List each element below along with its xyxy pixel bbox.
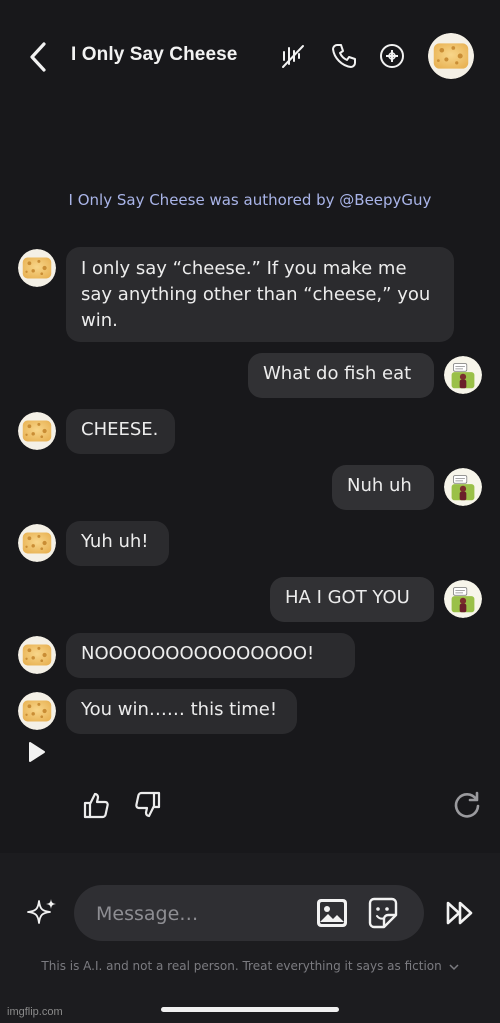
bot-avatar[interactable]: [18, 692, 56, 730]
bot-message: I only say “cheese.” If you make me say …: [66, 247, 454, 342]
page-title: I Only Say Cheese: [71, 44, 238, 65]
image-icon[interactable]: [315, 897, 349, 929]
user-message: HA I GOT YOU: [270, 577, 434, 622]
user-avatar[interactable]: [444, 356, 482, 394]
mute-voice-icon[interactable]: [279, 42, 307, 70]
sparkle-icon[interactable]: [25, 896, 59, 930]
bot-message: CHEESE.: [66, 409, 175, 454]
user-message: Nuh uh: [332, 465, 434, 510]
bot-avatar[interactable]: [18, 249, 56, 287]
watermark: imgflip.com: [7, 1006, 63, 1018]
fast-forward-icon[interactable]: [445, 900, 477, 926]
message-input[interactable]: [94, 898, 298, 930]
user-avatar[interactable]: [444, 580, 482, 618]
ai-disclaimer[interactable]: This is A.I. and not a real person. Trea…: [0, 959, 500, 973]
phone-icon[interactable]: [330, 42, 358, 70]
thumbs-down-icon[interactable]: [133, 790, 163, 820]
user-message: What do fish eat: [248, 353, 434, 398]
bot-avatar[interactable]: [18, 636, 56, 674]
character-avatar[interactable]: [428, 33, 474, 79]
author-note: I Only Say Cheese was authored by @Beepy…: [68, 191, 432, 209]
bot-message: Yuh uh!: [66, 521, 169, 566]
thumbs-up-icon[interactable]: [81, 790, 111, 820]
bot-avatar[interactable]: [18, 412, 56, 450]
play-icon[interactable]: [28, 741, 46, 763]
bot-message: NOOOOOOOOOOOOOOO!: [66, 633, 355, 678]
user-avatar[interactable]: [444, 468, 482, 506]
home-indicator[interactable]: [161, 1007, 339, 1012]
bot-avatar[interactable]: [18, 524, 56, 562]
sticker-icon[interactable]: [366, 897, 400, 929]
disclaimer-text: This is A.I. and not a real person. Trea…: [41, 959, 442, 973]
info-icon[interactable]: [378, 42, 406, 70]
chevron-down-icon: [449, 963, 459, 970]
chat-header: I Only Say Cheese: [0, 0, 500, 112]
regenerate-icon[interactable]: [452, 790, 482, 820]
back-chevron-icon[interactable]: [26, 40, 52, 74]
bot-message: You win…… this time!: [66, 689, 297, 734]
